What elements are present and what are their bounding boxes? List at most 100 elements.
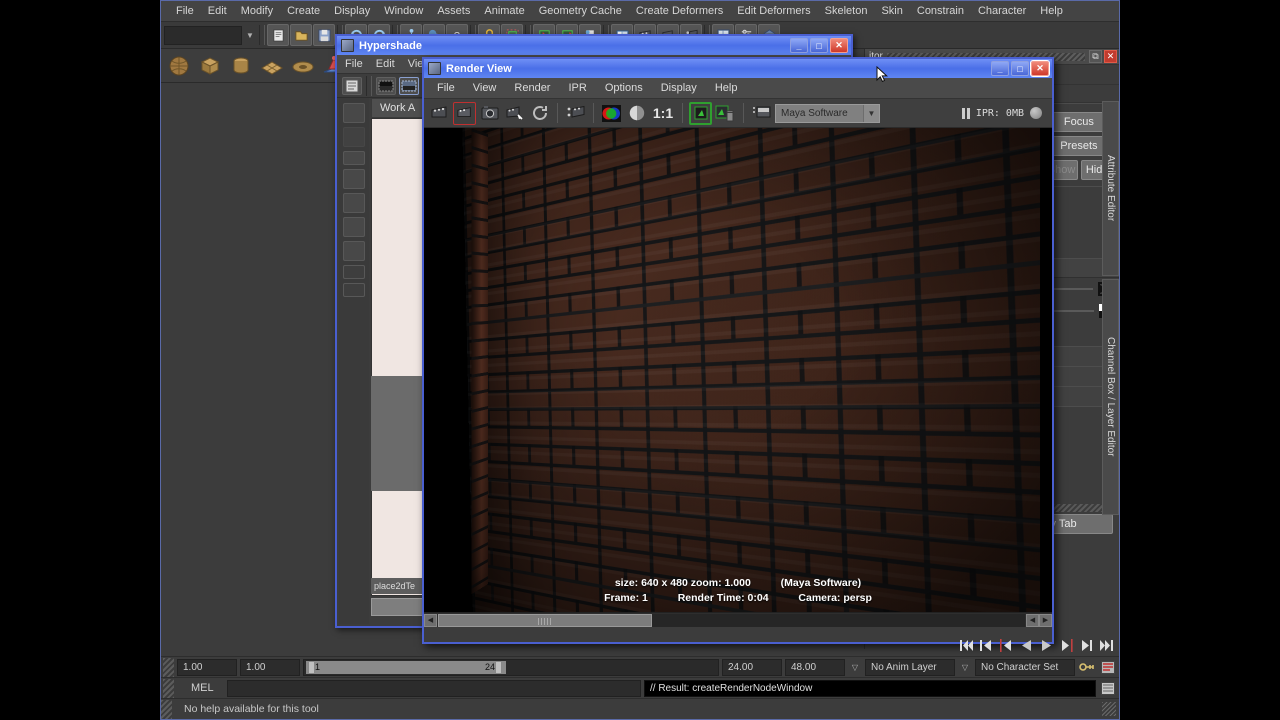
show-top-tabs-icon[interactable] [376,77,396,95]
snapshot-icon[interactable] [478,102,501,125]
menu-item-modify[interactable]: Modify [234,3,280,19]
rv-menu-options[interactable]: Options [596,80,652,96]
undock-icon[interactable]: ⧉ [1089,50,1102,63]
new-scene-icon[interactable] [267,24,289,46]
projections-tab-icon[interactable] [343,265,365,279]
rv-menu-display[interactable]: Display [652,80,706,96]
range-start-handle[interactable] [308,661,315,674]
rv-menu-view[interactable]: View [464,80,506,96]
hypershade-titlebar[interactable]: Hypershade _ □ ✕ [337,36,851,55]
save-scene-icon[interactable] [313,24,335,46]
bake-sets-tab-icon[interactable] [343,241,365,261]
menu-item-create-deformers[interactable]: Create Deformers [629,3,730,19]
renderer-dropdown[interactable]: Maya Software ▼ [775,104,880,123]
menu-item-geometry-cache[interactable]: Geometry Cache [532,3,629,19]
menu-item-skin[interactable]: Skin [874,3,909,19]
play-backwards-icon[interactable] [1018,637,1035,653]
range-end-handle[interactable] [495,661,502,674]
script-editor-icon[interactable] [1099,682,1117,695]
shading-groups-tab-icon[interactable] [343,217,365,237]
range-end-field[interactable]: 1.00 [240,659,300,676]
render-current-frame-icon[interactable] [453,102,476,125]
keep-image-icon[interactable] [689,102,712,125]
close-button[interactable]: ✕ [830,38,848,53]
rv-menu-render[interactable]: Render [505,80,559,96]
polygon-sphere-icon[interactable] [165,52,193,80]
vtab-channel-box-layer-editor[interactable]: Channel Box / Layer Editor [1102,279,1119,515]
menu-item-edit-deformers[interactable]: Edit Deformers [730,3,817,19]
command-mode-label[interactable]: MEL [177,682,224,694]
scroll-right-arrow-icon[interactable]: ▶ [1039,614,1052,627]
menu-item-edit[interactable]: Edit [201,3,234,19]
auto-keyframe-icon[interactable] [1078,661,1096,673]
step-forward-key-icon[interactable] [1058,637,1075,653]
rv-menu-file[interactable]: File [428,80,464,96]
polygon-torus-icon[interactable] [289,52,317,80]
textures-tab-icon[interactable] [343,151,365,165]
hypershade-menu-file[interactable]: File [345,58,363,70]
command-line-grip[interactable] [163,679,174,698]
window-resize-grip[interactable] [1102,702,1116,716]
command-input[interactable] [227,680,641,697]
polygon-plane-icon[interactable] [258,52,286,80]
scroll-left-arrow-icon[interactable]: ◀ [424,614,437,627]
scrollbar-thumb[interactable] [438,614,652,627]
render-image-canvas[interactable]: size: 640 x 480 zoom: 1.000 (Maya Softwa… [424,128,1052,612]
menu-item-animate[interactable]: Animate [477,3,531,19]
hypershade-menu-edit[interactable]: Edit [376,58,395,70]
polygon-cube-icon[interactable] [196,52,224,80]
materials-tab-icon[interactable] [343,127,365,147]
remove-image-icon[interactable] [714,102,737,125]
help-line-grip[interactable] [161,700,172,719]
step-back-frame-icon[interactable] [978,637,995,653]
step-back-key-icon[interactable] [998,637,1015,653]
open-scene-icon[interactable] [290,24,312,46]
render-view-horizontal-scrollbar[interactable]: ◀ ◀ ▶ [424,612,1052,627]
menu-item-assets[interactable]: Assets [430,3,477,19]
menu-item-help[interactable]: Help [1033,3,1070,19]
menu-item-create[interactable]: Create [280,3,327,19]
minimize-button[interactable]: _ [991,61,1009,76]
lights-tab-icon[interactable] [343,169,365,189]
scroll-left-arrow-icon[interactable]: ◀ [1026,614,1039,627]
render-view-window[interactable]: Render View _ □ ✕ File View Render IPR O… [422,57,1054,644]
ipr-render-region-icon[interactable] [564,102,587,125]
range-start-field[interactable]: 1.00 [177,659,237,676]
chevron-down-icon[interactable]: ▽ [848,659,862,676]
display-render-settings-icon[interactable] [750,102,773,125]
play-forwards-icon[interactable] [1038,637,1055,653]
menu-item-skeleton[interactable]: Skeleton [818,3,875,19]
range-slider[interactable]: 1 24 [303,659,719,676]
menu-set-arrow-icon[interactable]: ▼ [243,27,257,44]
cameras-tab-icon[interactable] [343,193,365,213]
close-button[interactable]: ✕ [1031,61,1049,76]
redo-previous-ipr-render-icon[interactable] [503,102,526,125]
utilities-tab-icon[interactable] [343,283,365,297]
maximize-button[interactable]: □ [1011,61,1029,76]
pause-icon[interactable] [962,108,970,119]
zoom-one-to-one-button[interactable]: 1:1 [650,102,676,125]
anim-layer-dropdown[interactable]: No Anim Layer [865,659,955,676]
range-slider-grip[interactable] [163,658,174,677]
go-to-start-icon[interactable] [958,637,975,653]
rgb-channel-icon[interactable] [600,102,623,125]
rv-menu-help[interactable]: Help [706,80,747,96]
maximize-button[interactable]: □ [810,38,828,53]
show-bottom-tabs-icon[interactable] [399,77,419,95]
range-slider-bar[interactable]: 1 24 [306,661,506,674]
playback-end-field[interactable]: 48.00 [785,659,845,676]
vtab-attribute-editor[interactable]: Attribute Editor [1102,101,1119,276]
render-view-titlebar[interactable]: Render View _ □ ✕ [424,59,1052,78]
menu-item-character[interactable]: Character [971,3,1033,19]
create-bar-toggle-icon[interactable] [343,103,365,123]
playback-start-field[interactable]: 24.00 [722,659,782,676]
chevron-down-icon[interactable]: ▽ [958,659,972,676]
menu-set-selector[interactable] [164,26,242,45]
menu-item-constrain[interactable]: Constrain [910,3,971,19]
minimize-button[interactable]: _ [790,38,808,53]
scrollbar-track[interactable] [438,614,1025,627]
step-forward-frame-icon[interactable] [1078,637,1095,653]
redo-previous-render-icon[interactable] [428,102,451,125]
menu-item-window[interactable]: Window [377,3,430,19]
polygon-cylinder-icon[interactable] [227,52,255,80]
